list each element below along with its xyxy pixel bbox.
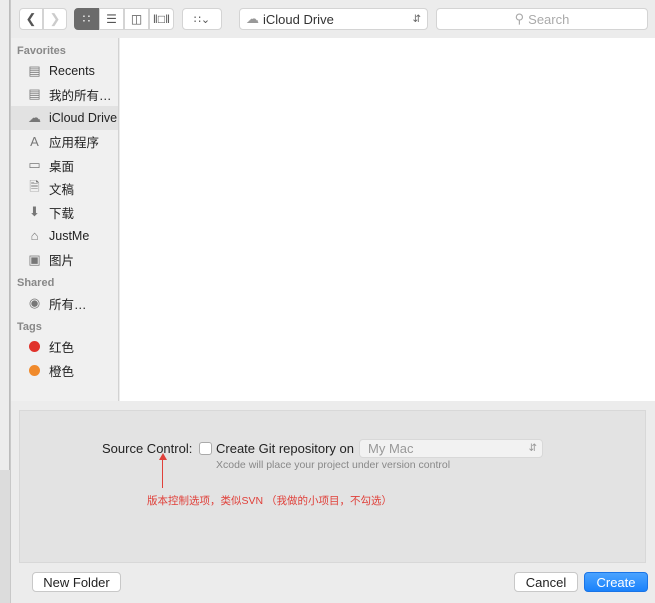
column-view-button[interactable]: ◫ xyxy=(124,8,149,30)
tag-dot-icon xyxy=(26,363,43,378)
arrange-grid-icon: ∷⌄ xyxy=(193,13,211,26)
sidebar: Favorites ▤ Recents ▤ 我的所有… ☁ iCloud Drive A 应用… xyxy=(11,38,119,401)
coverflow-view-button[interactable]: ‖□‖ xyxy=(149,8,174,30)
sidebar-item[interactable]: ▤ 我的所有… xyxy=(11,83,118,107)
chevron-left-icon: ❮ xyxy=(25,11,37,26)
search-input[interactable]: ⚲ Search xyxy=(436,8,648,30)
sidebar-item[interactable]: ▣ 图片 xyxy=(11,248,118,272)
sidebar-item-label: 下载 xyxy=(49,206,75,221)
sidebar-item[interactable]: ⬇ 下载 xyxy=(11,201,118,225)
sidebar-item[interactable]: ☁ iCloud Drive xyxy=(11,106,118,130)
sidebar-item[interactable]: 红色 xyxy=(11,335,118,359)
download-icon: ⬇ xyxy=(29,204,40,220)
home-icon: ⌂ xyxy=(30,228,39,244)
tags-header: Tags xyxy=(17,320,42,333)
file-browser-area[interactable] xyxy=(120,38,655,401)
sidebar-item[interactable]: ◉ 所有… xyxy=(11,291,118,315)
camera-icon: ▣ xyxy=(28,251,41,267)
git-checkbox[interactable] xyxy=(199,442,212,455)
git-hint: Xcode will place your project under vers… xyxy=(216,459,451,471)
forward-button[interactable]: ❯ xyxy=(43,8,67,30)
grid-icon: ∷ xyxy=(82,12,91,26)
cloud-icon: ☁ xyxy=(28,109,41,125)
sidebar-item[interactable]: ▤ Recents xyxy=(11,59,118,83)
updown-icon: ⇵ xyxy=(528,443,537,454)
sidebar-item-label: 图片 xyxy=(49,254,75,269)
sidebar-item-label: 所有… xyxy=(49,297,87,312)
sidebar-item[interactable]: A 应用程序 xyxy=(11,130,118,154)
list-view-button[interactable]: ☰ xyxy=(99,8,124,30)
desktop-icon: ▭ xyxy=(28,157,41,173)
all-files-icon: ▤ xyxy=(28,86,41,102)
sidebar-item-label: iCloud Drive xyxy=(49,110,118,125)
source-control-label: Source Control: xyxy=(102,441,193,456)
repository-location-select[interactable]: My Mac ⇵ xyxy=(359,439,543,458)
annotation-text: 版本控制选项，类似SVN （我做的小项目，不勾选） xyxy=(147,495,393,507)
save-dialog: ❮ ❯ ∷ ☰ ◫ ‖□‖ ∷⌄ ☁ iCloud Drive ⇵ ⚲ Sear… xyxy=(10,0,655,603)
cancel-button[interactable]: Cancel xyxy=(514,572,578,592)
documents-icon: 🗎 xyxy=(29,178,40,194)
sidebar-item-label: 红色 xyxy=(49,341,75,356)
sidebar-item[interactable]: ⌂ JustMe xyxy=(11,224,118,248)
arrange-button[interactable]: ∷⌄ xyxy=(182,8,222,30)
cloud-icon: ☁ xyxy=(246,11,259,26)
tag-dot-icon xyxy=(26,339,43,354)
arrow-head-icon xyxy=(158,453,167,460)
search-icon: ⚲ xyxy=(514,11,525,26)
sidebar-item-label: 应用程序 xyxy=(49,136,100,151)
create-button[interactable]: Create xyxy=(584,572,648,592)
icon-view-button[interactable]: ∷ xyxy=(74,8,99,30)
sidebar-item[interactable]: 橙色 xyxy=(11,359,118,383)
sidebar-item-label: JustMe xyxy=(49,228,90,243)
network-icon: ◉ xyxy=(28,295,41,311)
location-select[interactable]: ☁ iCloud Drive ⇵ xyxy=(239,8,428,30)
sidebar-item-label: 橙色 xyxy=(49,364,75,379)
sidebar-item[interactable]: 🗎 文稿 xyxy=(11,177,118,201)
sidebar-item-label: 桌面 xyxy=(49,159,75,174)
git-checkbox-label[interactable]: Create Git repository on xyxy=(216,441,354,456)
new-folder-button[interactable]: New Folder xyxy=(32,572,121,592)
coverflow-icon: ‖□‖ xyxy=(152,12,171,26)
sidebar-item[interactable]: ▭ 桌面 xyxy=(11,153,118,177)
background-window xyxy=(0,0,10,470)
favorites-header: Favorites xyxy=(17,45,66,57)
shared-header: Shared xyxy=(17,277,55,290)
list-icon: ☰ xyxy=(106,12,117,26)
applications-icon: A xyxy=(30,134,39,150)
sidebar-item-label: 文稿 xyxy=(49,183,75,198)
sidebar-item-label: Recents xyxy=(49,63,95,78)
updown-icon: ⇵ xyxy=(412,13,421,25)
columns-icon: ◫ xyxy=(130,12,143,26)
sidebar-item-label: 我的所有… xyxy=(49,88,112,103)
view-mode-control: ∷ ☰ ◫ ‖□‖ xyxy=(74,8,174,30)
back-button[interactable]: ❮ xyxy=(19,8,43,30)
recents-icon: ▤ xyxy=(28,62,41,78)
chevron-right-icon: ❯ xyxy=(49,11,61,26)
options-panel: Source Control: Create Git repository on… xyxy=(19,410,646,563)
